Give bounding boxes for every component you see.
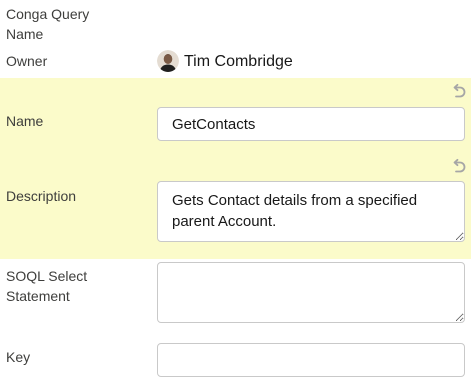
- conga-query-name-label: Conga Query Name: [6, 4, 89, 44]
- soql-select-statement-label: SOQL Select Statement: [6, 266, 87, 306]
- description-textarea[interactable]: Gets Contact details from a specified pa…: [157, 181, 465, 242]
- owner-name[interactable]: Tim Combridge: [184, 51, 293, 73]
- name-label: Name: [6, 113, 44, 129]
- avatar-icon: [157, 50, 179, 72]
- owner-label: Owner: [6, 53, 48, 69]
- soql-select-statement-textarea[interactable]: [157, 262, 465, 323]
- key-input[interactable]: [157, 343, 465, 377]
- conga-query-name-label-line1: Conga Query: [6, 6, 90, 22]
- soql-label-line2: Statement: [6, 288, 70, 304]
- description-label: Description: [6, 188, 77, 204]
- owner-avatar[interactable]: [157, 50, 179, 72]
- name-input[interactable]: [157, 107, 465, 141]
- undo-icon[interactable]: [449, 157, 467, 175]
- undo-icon[interactable]: [449, 82, 467, 100]
- soql-label-line1: SOQL Select: [6, 268, 88, 284]
- key-label: Key: [6, 349, 31, 365]
- conga-query-name-label-line2: Name: [6, 26, 44, 42]
